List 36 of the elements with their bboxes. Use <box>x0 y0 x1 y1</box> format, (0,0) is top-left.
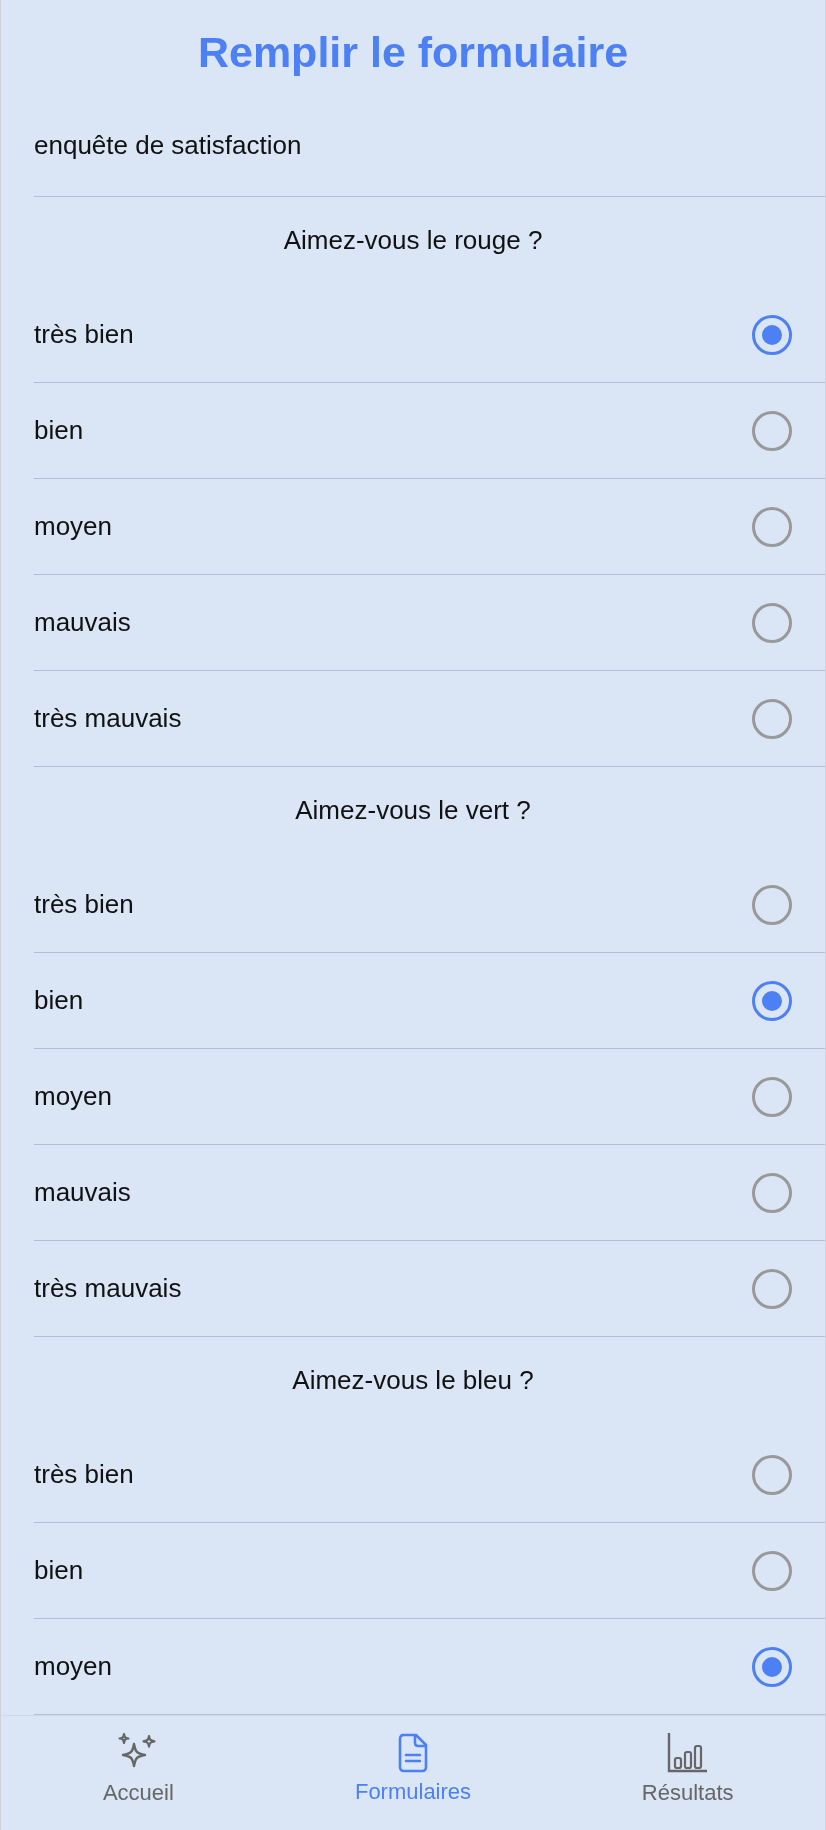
form-name: enquête de satisfaction <box>34 130 302 161</box>
radio-button[interactable] <box>752 1454 792 1495</box>
option-label: très bien <box>34 319 134 350</box>
radio-button[interactable] <box>752 698 792 739</box>
option-label: très mauvais <box>34 1273 182 1304</box>
radio-button[interactable] <box>752 1550 792 1591</box>
option-label: très bien <box>34 889 134 920</box>
nav-tab[interactable]: Accueil <box>1 1716 276 1830</box>
radio-button[interactable] <box>752 980 792 1021</box>
option-label: moyen <box>34 1651 113 1682</box>
question-text: Aimez-vous le rouge ? <box>283 224 543 256</box>
radio-button[interactable] <box>752 602 792 643</box>
page-title: Remplir le formulaire <box>196 27 630 78</box>
option-label: bien <box>34 985 84 1016</box>
radio-button[interactable] <box>752 1268 792 1309</box>
option-label: moyen <box>34 1081 113 1112</box>
option-label: mauvais <box>34 1177 131 1208</box>
radio-button[interactable] <box>752 506 792 547</box>
option-label: moyen <box>34 511 113 542</box>
bar-chart-icon <box>666 1732 709 1774</box>
option-label: bien <box>34 415 84 446</box>
radio-button[interactable] <box>752 1172 792 1213</box>
question-text: Aimez-vous le vert ? <box>295 794 531 826</box>
nav-tab[interactable]: Formulaires <box>275 1716 551 1830</box>
radio-button[interactable] <box>752 1076 792 1117</box>
radio-button[interactable] <box>752 1646 792 1687</box>
radio-button[interactable] <box>752 410 792 451</box>
option-label: bien <box>34 1555 84 1586</box>
option-label: très mauvais <box>34 703 182 734</box>
question-text: Aimez-vous le bleu ? <box>292 1364 534 1396</box>
radio-button[interactable] <box>752 314 792 355</box>
option-label: mauvais <box>34 607 131 638</box>
option-label: très bien <box>34 1459 134 1490</box>
radio-button[interactable] <box>752 884 792 925</box>
nav-tab[interactable]: Résultats <box>550 1716 825 1830</box>
document-icon <box>397 1733 429 1773</box>
